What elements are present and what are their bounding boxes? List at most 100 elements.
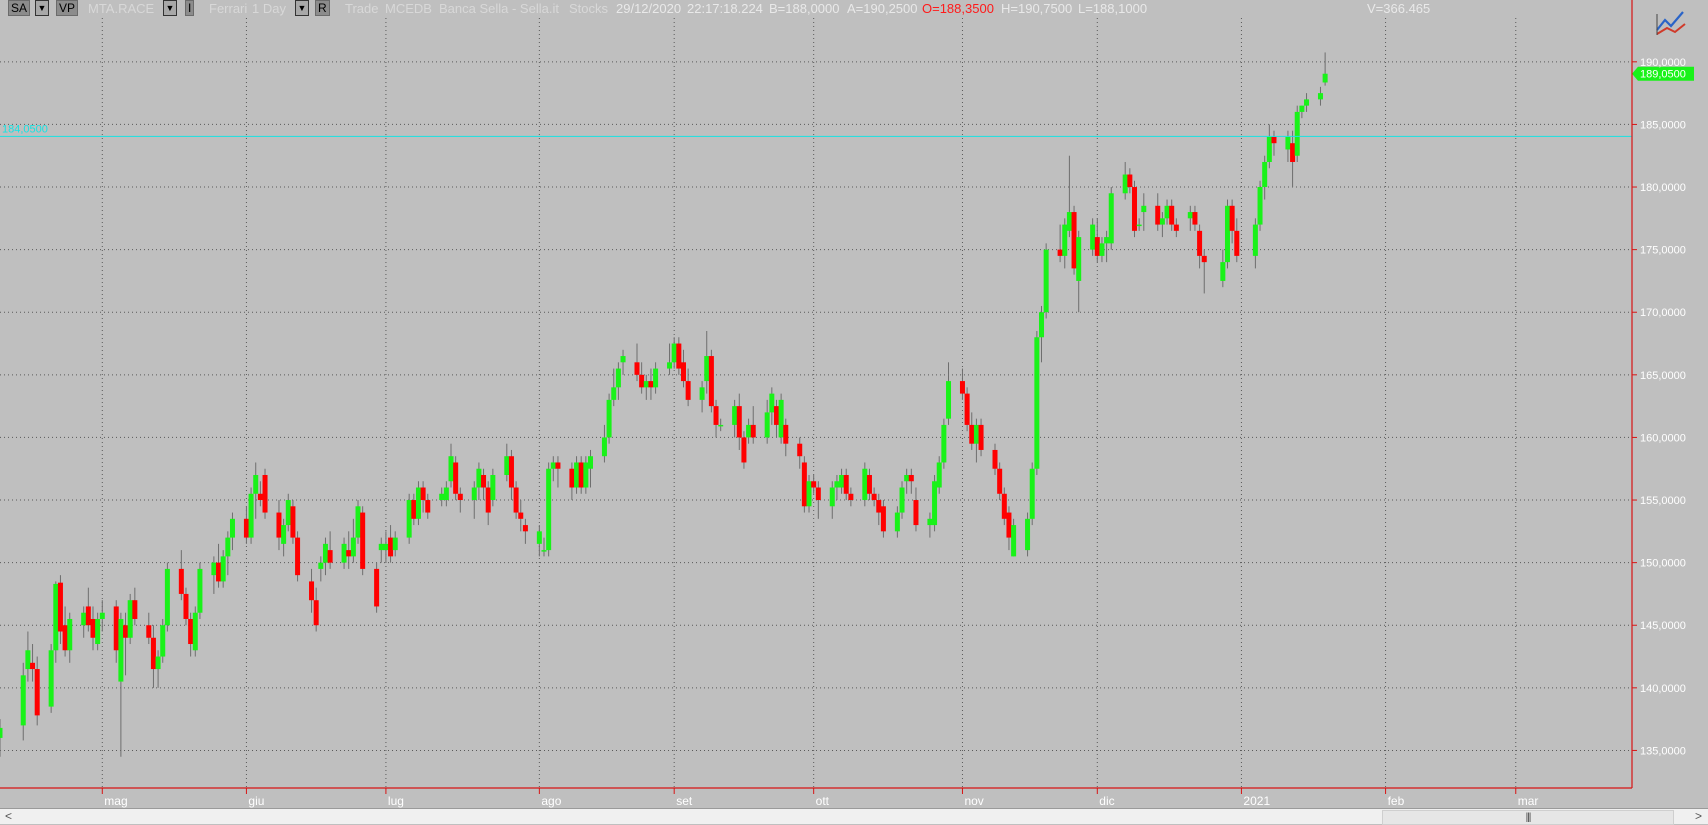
- candle-body: [383, 543, 389, 551]
- candle: [90, 606, 96, 651]
- candle: [1169, 199, 1175, 231]
- candle-body: [601, 437, 607, 457]
- candle-body: [894, 512, 900, 532]
- candle: [411, 493, 417, 526]
- candle-body: [1001, 493, 1007, 519]
- candle-body: [420, 487, 426, 501]
- candle-body: [448, 456, 454, 482]
- candle-body: [1169, 205, 1175, 225]
- candle: [769, 387, 775, 425]
- candle: [420, 481, 426, 513]
- candle-body: [936, 462, 942, 488]
- candle: [25, 631, 31, 682]
- candle-body: [1266, 136, 1272, 162]
- candle: [1252, 218, 1258, 269]
- candle-body: [216, 562, 222, 582]
- candle-body: [360, 512, 366, 569]
- y-tick-label: 170,0000: [1640, 307, 1686, 319]
- candle-body: [964, 393, 970, 425]
- candle: [360, 506, 366, 576]
- candle-body: [1057, 249, 1063, 256]
- candle: [829, 481, 835, 519]
- candle: [225, 531, 231, 576]
- candle-body: [773, 406, 779, 425]
- candle-body: [48, 650, 54, 707]
- candle-body: [1220, 262, 1226, 281]
- candle-body: [839, 474, 845, 488]
- price-axis: 190,0000 185,0000 180,0000 175,0000 170,0000…: [1631, 0, 1686, 788]
- scroll-left-arrow-icon[interactable]: <: [0, 809, 17, 824]
- candle-body: [1192, 212, 1198, 225]
- candle-body: [732, 406, 738, 425]
- candle: [843, 468, 849, 501]
- candle: [81, 606, 87, 638]
- candle-body: [941, 424, 947, 463]
- candle: [862, 462, 868, 507]
- chart-grid: [0, 18, 1632, 788]
- candle: [578, 456, 584, 494]
- scroll-right-arrow-icon[interactable]: >: [1690, 809, 1707, 824]
- candle: [876, 493, 882, 526]
- candle: [713, 399, 719, 438]
- candle: [1285, 130, 1291, 162]
- candle-body: [1039, 312, 1045, 338]
- x-tick-label: mar: [1518, 794, 1539, 808]
- horizontal-scrollbar[interactable]: < ||| >: [0, 808, 1708, 825]
- candle-body: [146, 625, 152, 638]
- candle-body: [973, 424, 979, 444]
- candle: [0, 719, 3, 757]
- candle-body: [62, 625, 68, 651]
- candle: [1057, 224, 1063, 263]
- candle-body: [676, 343, 682, 369]
- candle-body: [708, 356, 714, 407]
- candle: [378, 537, 384, 563]
- x-tick-label: dic: [1099, 794, 1114, 808]
- candle: [276, 500, 282, 551]
- candle: [257, 481, 263, 507]
- candle: [471, 481, 477, 519]
- candle-body: [634, 362, 640, 375]
- x-tick-label: 2021: [1243, 794, 1270, 808]
- candle-body: [1122, 174, 1128, 194]
- candle-body: [188, 618, 194, 645]
- candle: [34, 656, 40, 726]
- candle-body: [1104, 237, 1110, 244]
- candle-body: [713, 406, 719, 425]
- candle-body: [1252, 224, 1258, 256]
- candle: [704, 331, 710, 394]
- candle: [281, 518, 287, 557]
- candle-body: [769, 393, 775, 413]
- candle: [457, 487, 463, 513]
- candle-body: [615, 368, 621, 388]
- candle-body: [667, 362, 673, 369]
- candle: [778, 393, 784, 444]
- candle: [485, 481, 491, 526]
- last-price-label: 189,0500: [1640, 69, 1686, 81]
- candle-body: [243, 518, 249, 538]
- candle: [476, 462, 482, 501]
- candle-body: [1262, 161, 1268, 188]
- candle: [522, 518, 528, 544]
- candle: [1122, 161, 1128, 200]
- candle: [1071, 205, 1077, 275]
- candle: [392, 531, 398, 557]
- candle-body: [164, 568, 170, 626]
- candle-body: [513, 487, 519, 513]
- y-tick-label: 180,0000: [1640, 182, 1686, 194]
- candle-body: [764, 412, 770, 438]
- candle-body: [90, 618, 96, 638]
- y-tick-label: 175,0000: [1640, 245, 1686, 257]
- candle-body: [0, 727, 3, 738]
- candle: [53, 581, 59, 663]
- candle: [615, 362, 621, 400]
- candle: [680, 349, 686, 388]
- chart-overlays: 184,0500 189,0500: [0, 66, 1694, 137]
- price-chart[interactable]: 184,0500 189,0500 190,0000 185,0000 180,000…: [0, 0, 1708, 808]
- candle-body: [1011, 525, 1017, 557]
- candle-body: [225, 537, 231, 557]
- candle: [155, 650, 161, 688]
- x-tick-label: giu: [248, 794, 264, 808]
- candle-body: [322, 543, 328, 563]
- candle: [132, 587, 138, 626]
- candle-body: [1071, 212, 1077, 269]
